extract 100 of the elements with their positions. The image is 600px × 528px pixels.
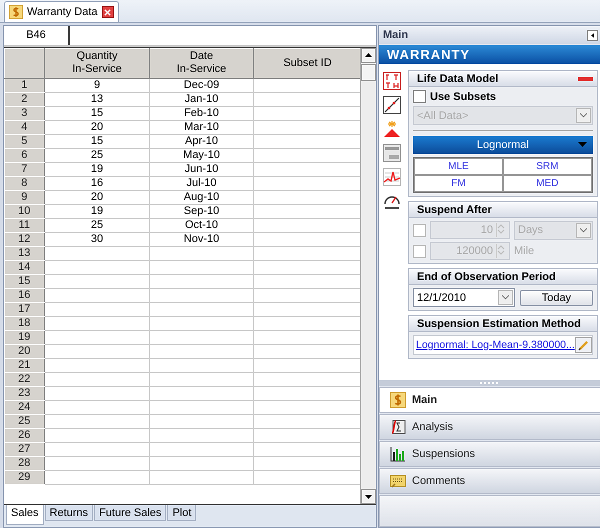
row-header[interactable]: 4 — [4, 120, 44, 134]
table-cell[interactable]: Apr-10 — [150, 134, 254, 148]
row-header[interactable]: 7 — [4, 162, 44, 176]
table-cell[interactable] — [150, 246, 254, 260]
line-chart-icon[interactable] — [383, 168, 401, 186]
table-cell[interactable] — [44, 358, 150, 372]
row-header[interactable]: 24 — [4, 400, 44, 414]
row-header[interactable]: 28 — [4, 456, 44, 470]
row-header[interactable]: 13 — [4, 246, 44, 260]
checkbox[interactable] — [413, 224, 426, 236]
table-cell[interactable] — [150, 414, 254, 428]
method-button[interactable]: MLE — [414, 158, 503, 175]
parameters-icon[interactable] — [383, 72, 401, 90]
scrollbar[interactable] — [360, 48, 376, 504]
row-header[interactable]: 23 — [4, 386, 44, 400]
table-cell[interactable]: 20 — [44, 190, 150, 204]
nav-button[interactable]: Main — [379, 387, 600, 413]
table-cell[interactable]: Feb-10 — [150, 106, 254, 120]
table-cell[interactable]: 15 — [44, 134, 150, 148]
table-cell[interactable]: Jan-10 — [150, 92, 254, 106]
table-cell[interactable]: Sep-10 — [150, 204, 254, 218]
table-cell[interactable]: Jul-10 — [150, 176, 254, 190]
method-button[interactable]: MED — [502, 175, 592, 192]
table-cell[interactable]: Dec-09 — [150, 78, 254, 92]
table-cell[interactable] — [150, 470, 254, 484]
sheet-tab[interactable]: Sales — [6, 505, 44, 526]
document-tab[interactable]: Warranty Data — [4, 1, 119, 22]
row-header[interactable]: 2 — [4, 92, 44, 106]
table-cell[interactable] — [150, 274, 254, 288]
method-button[interactable]: SRM — [502, 158, 592, 175]
row-header[interactable]: 3 — [4, 106, 44, 120]
table-cell[interactable] — [150, 386, 254, 400]
table-cell[interactable] — [44, 400, 150, 414]
table-cell[interactable] — [150, 316, 254, 330]
table-cell[interactable] — [44, 470, 150, 484]
table-cell[interactable]: Nov-10 — [150, 232, 254, 246]
checkbox[interactable] — [413, 244, 426, 258]
table-cell[interactable] — [44, 386, 150, 400]
today-button[interactable]: Today — [520, 290, 593, 306]
table-cell[interactable] — [44, 442, 150, 456]
table-cell[interactable]: Aug-10 — [150, 190, 254, 204]
table-cell[interactable]: Oct-10 — [150, 218, 254, 232]
column-header[interactable]: Date In-Service — [150, 48, 254, 78]
table-cell[interactable]: 9 — [44, 78, 150, 92]
row-header[interactable]: 27 — [4, 442, 44, 456]
nav-button[interactable]: Analysis — [379, 414, 600, 440]
table-cell[interactable] — [150, 302, 254, 316]
sheet-tab[interactable]: Returns — [44, 505, 94, 522]
table-cell[interactable] — [150, 330, 254, 344]
table-cell[interactable] — [44, 246, 150, 260]
table-cell[interactable] — [44, 414, 150, 428]
table-cell[interactable] — [44, 344, 150, 358]
row-header[interactable]: 21 — [4, 358, 44, 372]
table-cell[interactable] — [150, 260, 254, 274]
row-header[interactable]: 22 — [4, 372, 44, 386]
table-cell[interactable] — [44, 316, 150, 330]
table-cell[interactable] — [150, 428, 254, 442]
sheet-tab[interactable]: Future Sales — [94, 505, 166, 522]
method-button[interactable]: FM — [414, 175, 503, 192]
collapse-button[interactable] — [587, 30, 598, 40]
table-cell[interactable]: 16 — [44, 176, 150, 190]
row-header[interactable]: 19 — [4, 330, 44, 344]
scroll-thumb[interactable] — [361, 64, 376, 81]
table-cell[interactable]: 13 — [44, 92, 150, 106]
checkbox[interactable] — [413, 90, 426, 103]
table-cell[interactable] — [150, 442, 254, 456]
table-cell[interactable]: 25 — [44, 148, 150, 162]
table-cell[interactable] — [44, 372, 150, 386]
table-cell[interactable] — [44, 302, 150, 316]
table-cell[interactable] — [44, 428, 150, 442]
table-cell[interactable] — [150, 288, 254, 302]
probability-plot-icon[interactable] — [383, 96, 401, 114]
table-cell[interactable] — [150, 456, 254, 470]
table-cell[interactable] — [44, 288, 150, 302]
table-cell[interactable] — [44, 274, 150, 288]
edit-button[interactable] — [574, 337, 592, 353]
close-button[interactable] — [102, 6, 114, 18]
table-cell[interactable] — [44, 456, 150, 470]
row-header[interactable]: 14 — [4, 260, 44, 274]
row-header[interactable]: 12 — [4, 232, 44, 246]
table-cell[interactable] — [44, 330, 150, 344]
table-cell[interactable] — [150, 358, 254, 372]
row-header[interactable]: 20 — [4, 344, 44, 358]
row-header[interactable]: 26 — [4, 428, 44, 442]
table-cell[interactable] — [150, 400, 254, 414]
corner-header[interactable] — [4, 48, 44, 78]
table-cell[interactable]: 25 — [44, 218, 150, 232]
table-cell[interactable]: 30 — [44, 232, 150, 246]
row-header[interactable]: 1 — [4, 78, 44, 92]
column-header[interactable]: Subset ID — [254, 48, 360, 78]
nav-button[interactable]: Suspensions — [379, 441, 600, 467]
table-cell[interactable] — [44, 260, 150, 274]
table-cell[interactable] — [150, 372, 254, 386]
table-cell[interactable]: Jun-10 — [150, 162, 254, 176]
row-header[interactable]: 9 — [4, 190, 44, 204]
table-cell[interactable] — [150, 344, 254, 358]
column-header[interactable]: Quantity In-Service — [44, 48, 150, 78]
nav-button[interactable]: Comments — [379, 468, 600, 494]
row-header[interactable]: 18 — [4, 316, 44, 330]
row-header[interactable]: 10 — [4, 204, 44, 218]
